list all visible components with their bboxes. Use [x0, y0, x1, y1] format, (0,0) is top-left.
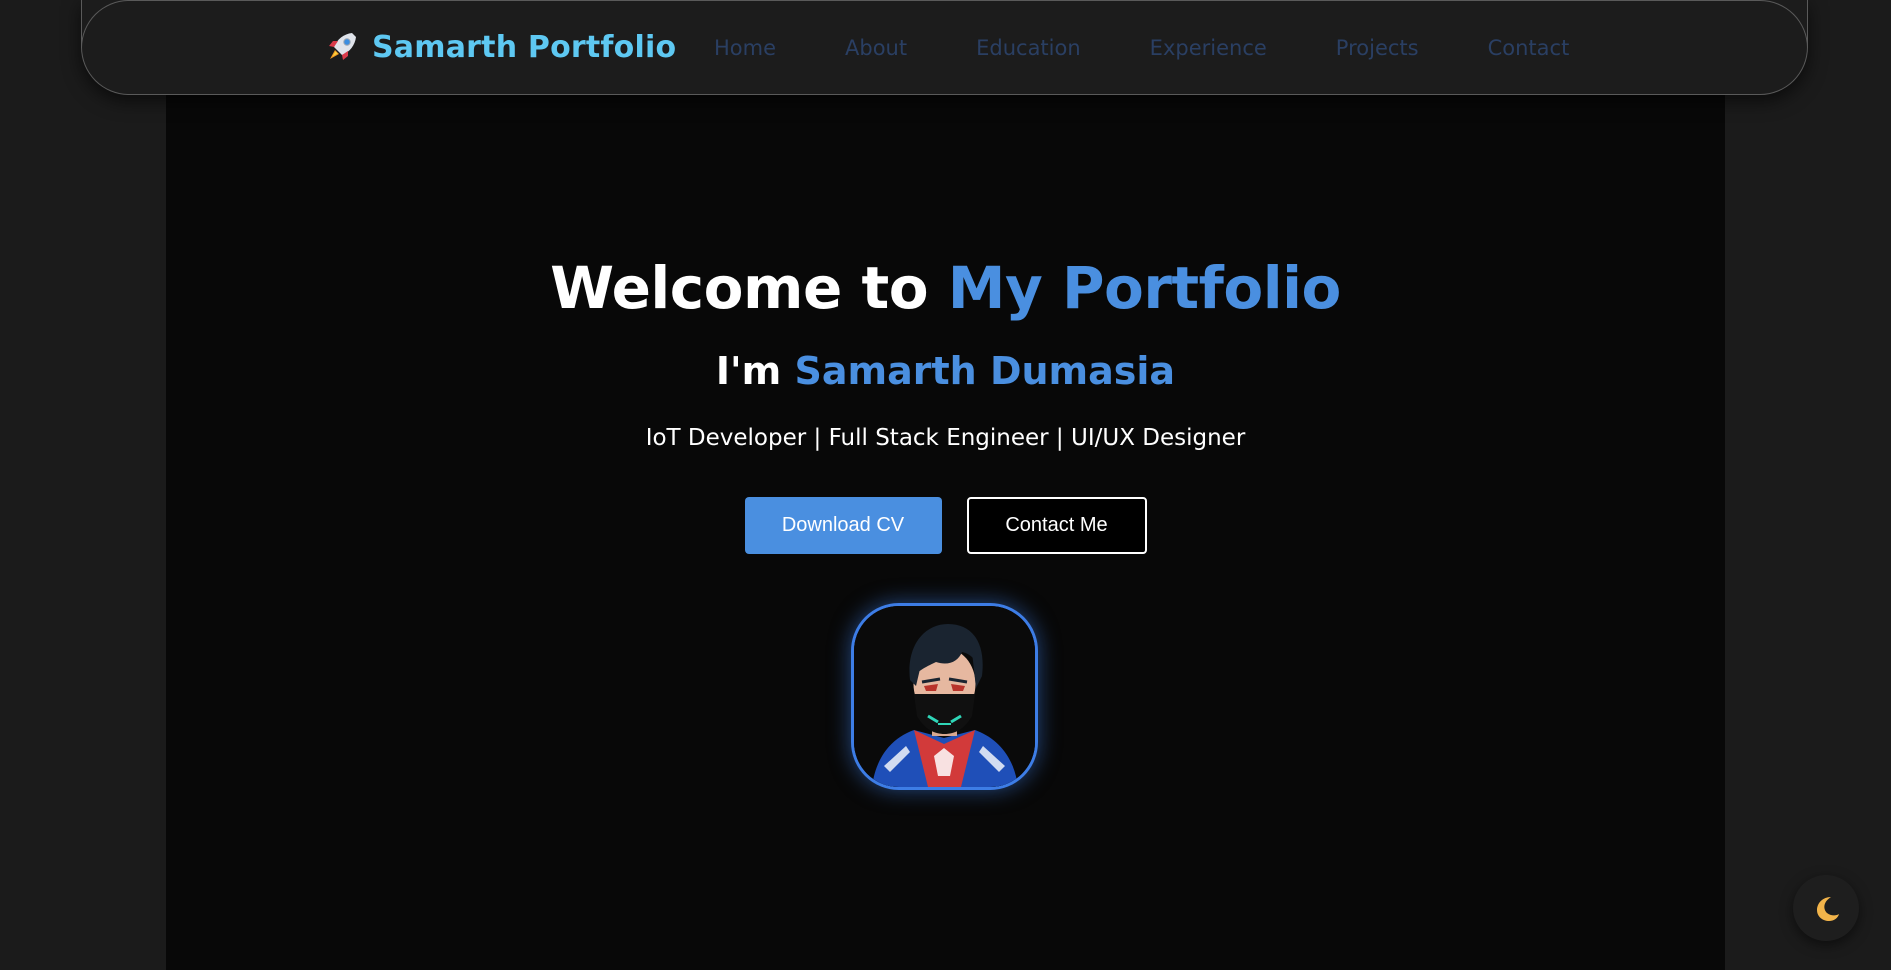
page: Samarth Portfolio Home About Education E…: [0, 0, 1891, 970]
rocket-icon: [329, 33, 356, 60]
hero-name-prefix: I'm: [715, 349, 795, 393]
nav-link-home[interactable]: Home: [714, 36, 776, 60]
hero-name-accent: Samarth Dumasia: [794, 349, 1176, 393]
nav-link-projects[interactable]: Projects: [1336, 36, 1419, 60]
hero-title-prefix: Welcome to: [550, 254, 948, 322]
hero-title-accent: My Portfolio: [947, 254, 1342, 322]
hero-name: I'm Samarth Dumasia: [166, 349, 1725, 393]
hero-tagline: IoT Developer | Full Stack Engineer | UI…: [645, 425, 1246, 451]
nav-link-experience[interactable]: Experience: [1150, 36, 1267, 60]
nav-links: Home About Education Experience Projects…: [714, 36, 1638, 60]
navbar: Samarth Portfolio Home About Education E…: [81, 0, 1808, 95]
nav-link-education[interactable]: Education: [976, 36, 1081, 60]
brand[interactable]: Samarth Portfolio: [324, 29, 676, 65]
hero-buttons: Download CV Contact Me: [166, 497, 1725, 554]
moon-icon: [1817, 897, 1839, 921]
contact-me-button[interactable]: Contact Me: [966, 497, 1147, 554]
nav-link-about[interactable]: About: [845, 36, 907, 60]
theme-toggle-button[interactable]: [1793, 875, 1859, 941]
download-cv-button[interactable]: Download CV: [744, 497, 942, 554]
main-panel: [166, 0, 1725, 970]
brand-name: Samarth Portfolio: [372, 29, 677, 65]
profile-avatar: [851, 603, 1038, 790]
hero-title: Welcome to My Portfolio: [166, 254, 1725, 322]
avatar-illustration: [854, 606, 1035, 787]
nav-link-contact[interactable]: Contact: [1488, 36, 1570, 60]
